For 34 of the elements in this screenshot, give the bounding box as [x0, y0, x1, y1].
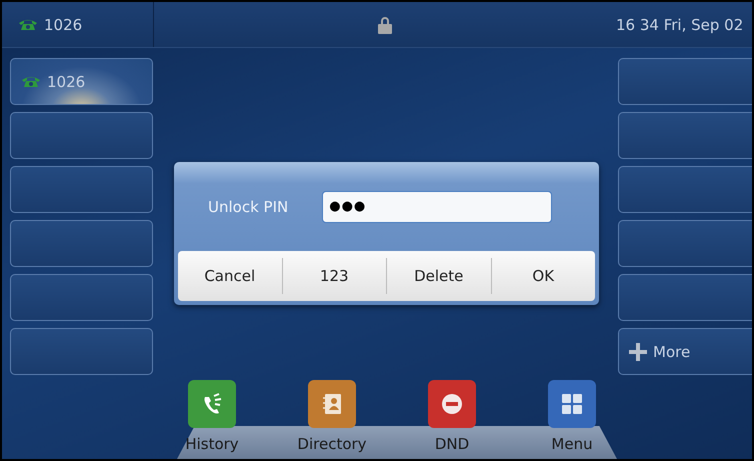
- right-line-key[interactable]: [618, 220, 752, 267]
- right-line-key[interactable]: More: [618, 328, 752, 375]
- key-label: 1026: [47, 72, 86, 90]
- phone-icon: [18, 18, 38, 31]
- dialog-button[interactable]: Delete: [386, 258, 490, 294]
- right-line-key[interactable]: [618, 166, 752, 213]
- left-line-key[interactable]: [10, 220, 153, 267]
- address-book-icon: [308, 380, 356, 428]
- dock-item[interactable]: Directory: [277, 380, 387, 453]
- left-line-key[interactable]: [10, 166, 153, 213]
- phone-icon: [21, 75, 41, 88]
- dialog-button[interactable]: OK: [490, 258, 595, 294]
- plus-icon: [629, 342, 647, 360]
- pin-input-field[interactable]: ●●●: [322, 190, 552, 222]
- dialog-button[interactable]: Cancel: [178, 258, 282, 294]
- no-entry-icon: [428, 380, 476, 428]
- right-line-key[interactable]: [618, 274, 752, 321]
- left-line-key[interactable]: [10, 328, 153, 375]
- left-line-key[interactable]: [10, 112, 153, 159]
- clock-text: 16 34 Fri, Sep 02: [616, 16, 744, 34]
- left-line-key[interactable]: 1026: [10, 58, 153, 105]
- right-line-key[interactable]: [618, 112, 752, 159]
- key-label: More: [653, 342, 690, 360]
- field-label: Unlock PIN: [208, 198, 288, 216]
- grid-icon: [548, 380, 596, 428]
- lock-icon: [377, 16, 393, 34]
- account-label: 1026: [44, 16, 82, 34]
- phone-icon: [188, 380, 236, 428]
- dock-item[interactable]: DND: [397, 380, 507, 453]
- right-line-key[interactable]: [618, 58, 752, 105]
- dock-item[interactable]: History: [157, 380, 267, 453]
- left-line-key[interactable]: [10, 274, 153, 321]
- dock-item[interactable]: Menu: [517, 380, 627, 453]
- dialog-button[interactable]: 123: [282, 258, 386, 294]
